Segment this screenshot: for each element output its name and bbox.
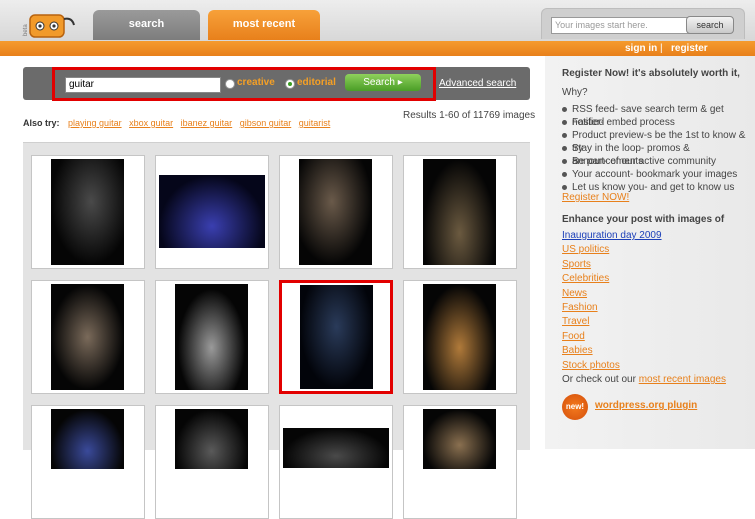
advanced-search-link[interactable]: Advanced search	[439, 78, 516, 89]
list-item: Be part- of our active community	[562, 155, 755, 168]
creative-label: creative	[237, 77, 275, 88]
list-item: Stay in the loop- promos & announcements	[562, 142, 755, 167]
image-grid	[23, 142, 530, 519]
concert-photo	[283, 428, 389, 468]
image-thumbnail[interactable]	[155, 155, 269, 269]
image-thumbnail[interactable]	[403, 155, 517, 269]
category-link[interactable]: Babies	[562, 344, 662, 358]
also-try-term[interactable]: guitarist	[299, 118, 331, 128]
singer-microphone-photo	[300, 285, 373, 389]
drum-kit-photo	[423, 159, 496, 265]
also-try-term[interactable]: xbox guitar	[129, 118, 173, 128]
register-now-link[interactable]: Register NOW!	[562, 192, 629, 203]
benefits-list: RSS feed- save search term & get notifie…	[562, 103, 755, 194]
most-recent-images-link[interactable]: most recent images	[639, 374, 726, 385]
image-thumbnail[interactable]	[279, 155, 393, 269]
beta-label: beta	[23, 24, 29, 36]
guitarist-photo	[51, 159, 124, 265]
search-highlight-frame: guitar creative editorial Search ▸	[52, 67, 436, 101]
category-link[interactable]: Inauguration day 2009	[562, 229, 662, 243]
guitarist-photo	[423, 409, 496, 469]
image-thumbnail[interactable]	[403, 280, 517, 394]
also-try-term[interactable]: ibanez guitar	[181, 118, 233, 128]
also-try: Also try: playing guitar xbox guitar iba…	[23, 118, 335, 128]
image-thumbnail[interactable]	[155, 280, 269, 394]
singer-guitar-photo	[299, 159, 372, 265]
image-thumbnail[interactable]	[403, 405, 517, 519]
stage-photo	[51, 409, 124, 469]
top-search-input[interactable]: Your images start here.	[551, 17, 701, 34]
arrow-right-icon: ▸	[397, 77, 403, 88]
top-search-button[interactable]: search	[686, 16, 734, 34]
performer-photo	[175, 409, 248, 469]
search-panel: guitar creative editorial Search ▸ Advan…	[23, 67, 530, 101]
category-link[interactable]: US politics	[562, 243, 662, 257]
search-button[interactable]: Search ▸	[345, 74, 421, 91]
also-try-label: Also try:	[23, 118, 60, 128]
creative-radio[interactable]	[225, 79, 235, 89]
category-link[interactable]: Travel	[562, 315, 662, 329]
category-link[interactable]: Stock photos	[562, 359, 662, 373]
also-try-term[interactable]: playing guitar	[68, 118, 122, 128]
account-bar: sign in | register (optional)	[0, 41, 755, 69]
sidebar-heading: Register Now! it's absolutely worth it,	[562, 68, 740, 79]
separator: |	[660, 43, 663, 54]
image-thumbnail[interactable]	[31, 280, 145, 394]
selected-image-thumbnail[interactable]	[279, 280, 393, 394]
also-try-term[interactable]: gibson guitar	[240, 118, 292, 128]
wordpress-plugin-link[interactable]: wordpress.org plugin	[595, 400, 697, 411]
category-link[interactable]: News	[562, 287, 662, 301]
top-search-box: Your images start here. search	[541, 8, 745, 39]
sidebar-why: Why?	[562, 87, 588, 98]
new-badge-icon: new!	[562, 394, 588, 420]
list-item: Faster- embed process	[562, 116, 755, 129]
checkout-line: Or check out our most recent images	[562, 374, 726, 385]
list-item: Your account- bookmark your images	[562, 168, 755, 181]
search-input[interactable]: guitar	[65, 77, 221, 93]
editorial-label: editorial	[297, 77, 336, 88]
list-item: RSS feed- save search term & get notifie…	[562, 103, 755, 128]
sidebar: Register Now! it's absolutely worth it, …	[545, 56, 755, 449]
sign-in-link[interactable]: sign in	[625, 41, 657, 56]
tab-most-recent[interactable]: most recent	[208, 10, 320, 40]
image-thumbnail[interactable]	[155, 405, 269, 519]
category-link[interactable]: Fashion	[562, 301, 662, 315]
image-thumbnail[interactable]	[31, 405, 145, 519]
category-link[interactable]: Sports	[562, 258, 662, 272]
editorial-radio[interactable]	[285, 79, 295, 89]
bassist-photo	[51, 284, 124, 390]
image-thumbnail[interactable]	[31, 155, 145, 269]
results-count: Results 1-60 of 11769 images	[403, 110, 536, 121]
top-bar: picapp beta search most recent Your imag…	[0, 0, 755, 56]
enhance-heading: Enhance your post with images of	[562, 214, 725, 225]
tab-search[interactable]: search	[93, 10, 200, 40]
category-links: Inauguration day 2009 US politics Sports…	[562, 229, 662, 373]
drummer-stage-photo	[159, 175, 265, 248]
guitarist-white-guitar-photo	[175, 284, 248, 390]
list-item: Product preview-s be the 1st to know & t…	[562, 129, 755, 154]
category-link[interactable]: Celebrities	[562, 272, 662, 286]
category-link[interactable]: Food	[562, 330, 662, 344]
search-button-label: Search	[363, 77, 395, 88]
drummer-photo	[423, 284, 496, 390]
image-thumbnail[interactable]	[279, 405, 393, 519]
checkout-prefix: Or check out our	[562, 374, 636, 385]
